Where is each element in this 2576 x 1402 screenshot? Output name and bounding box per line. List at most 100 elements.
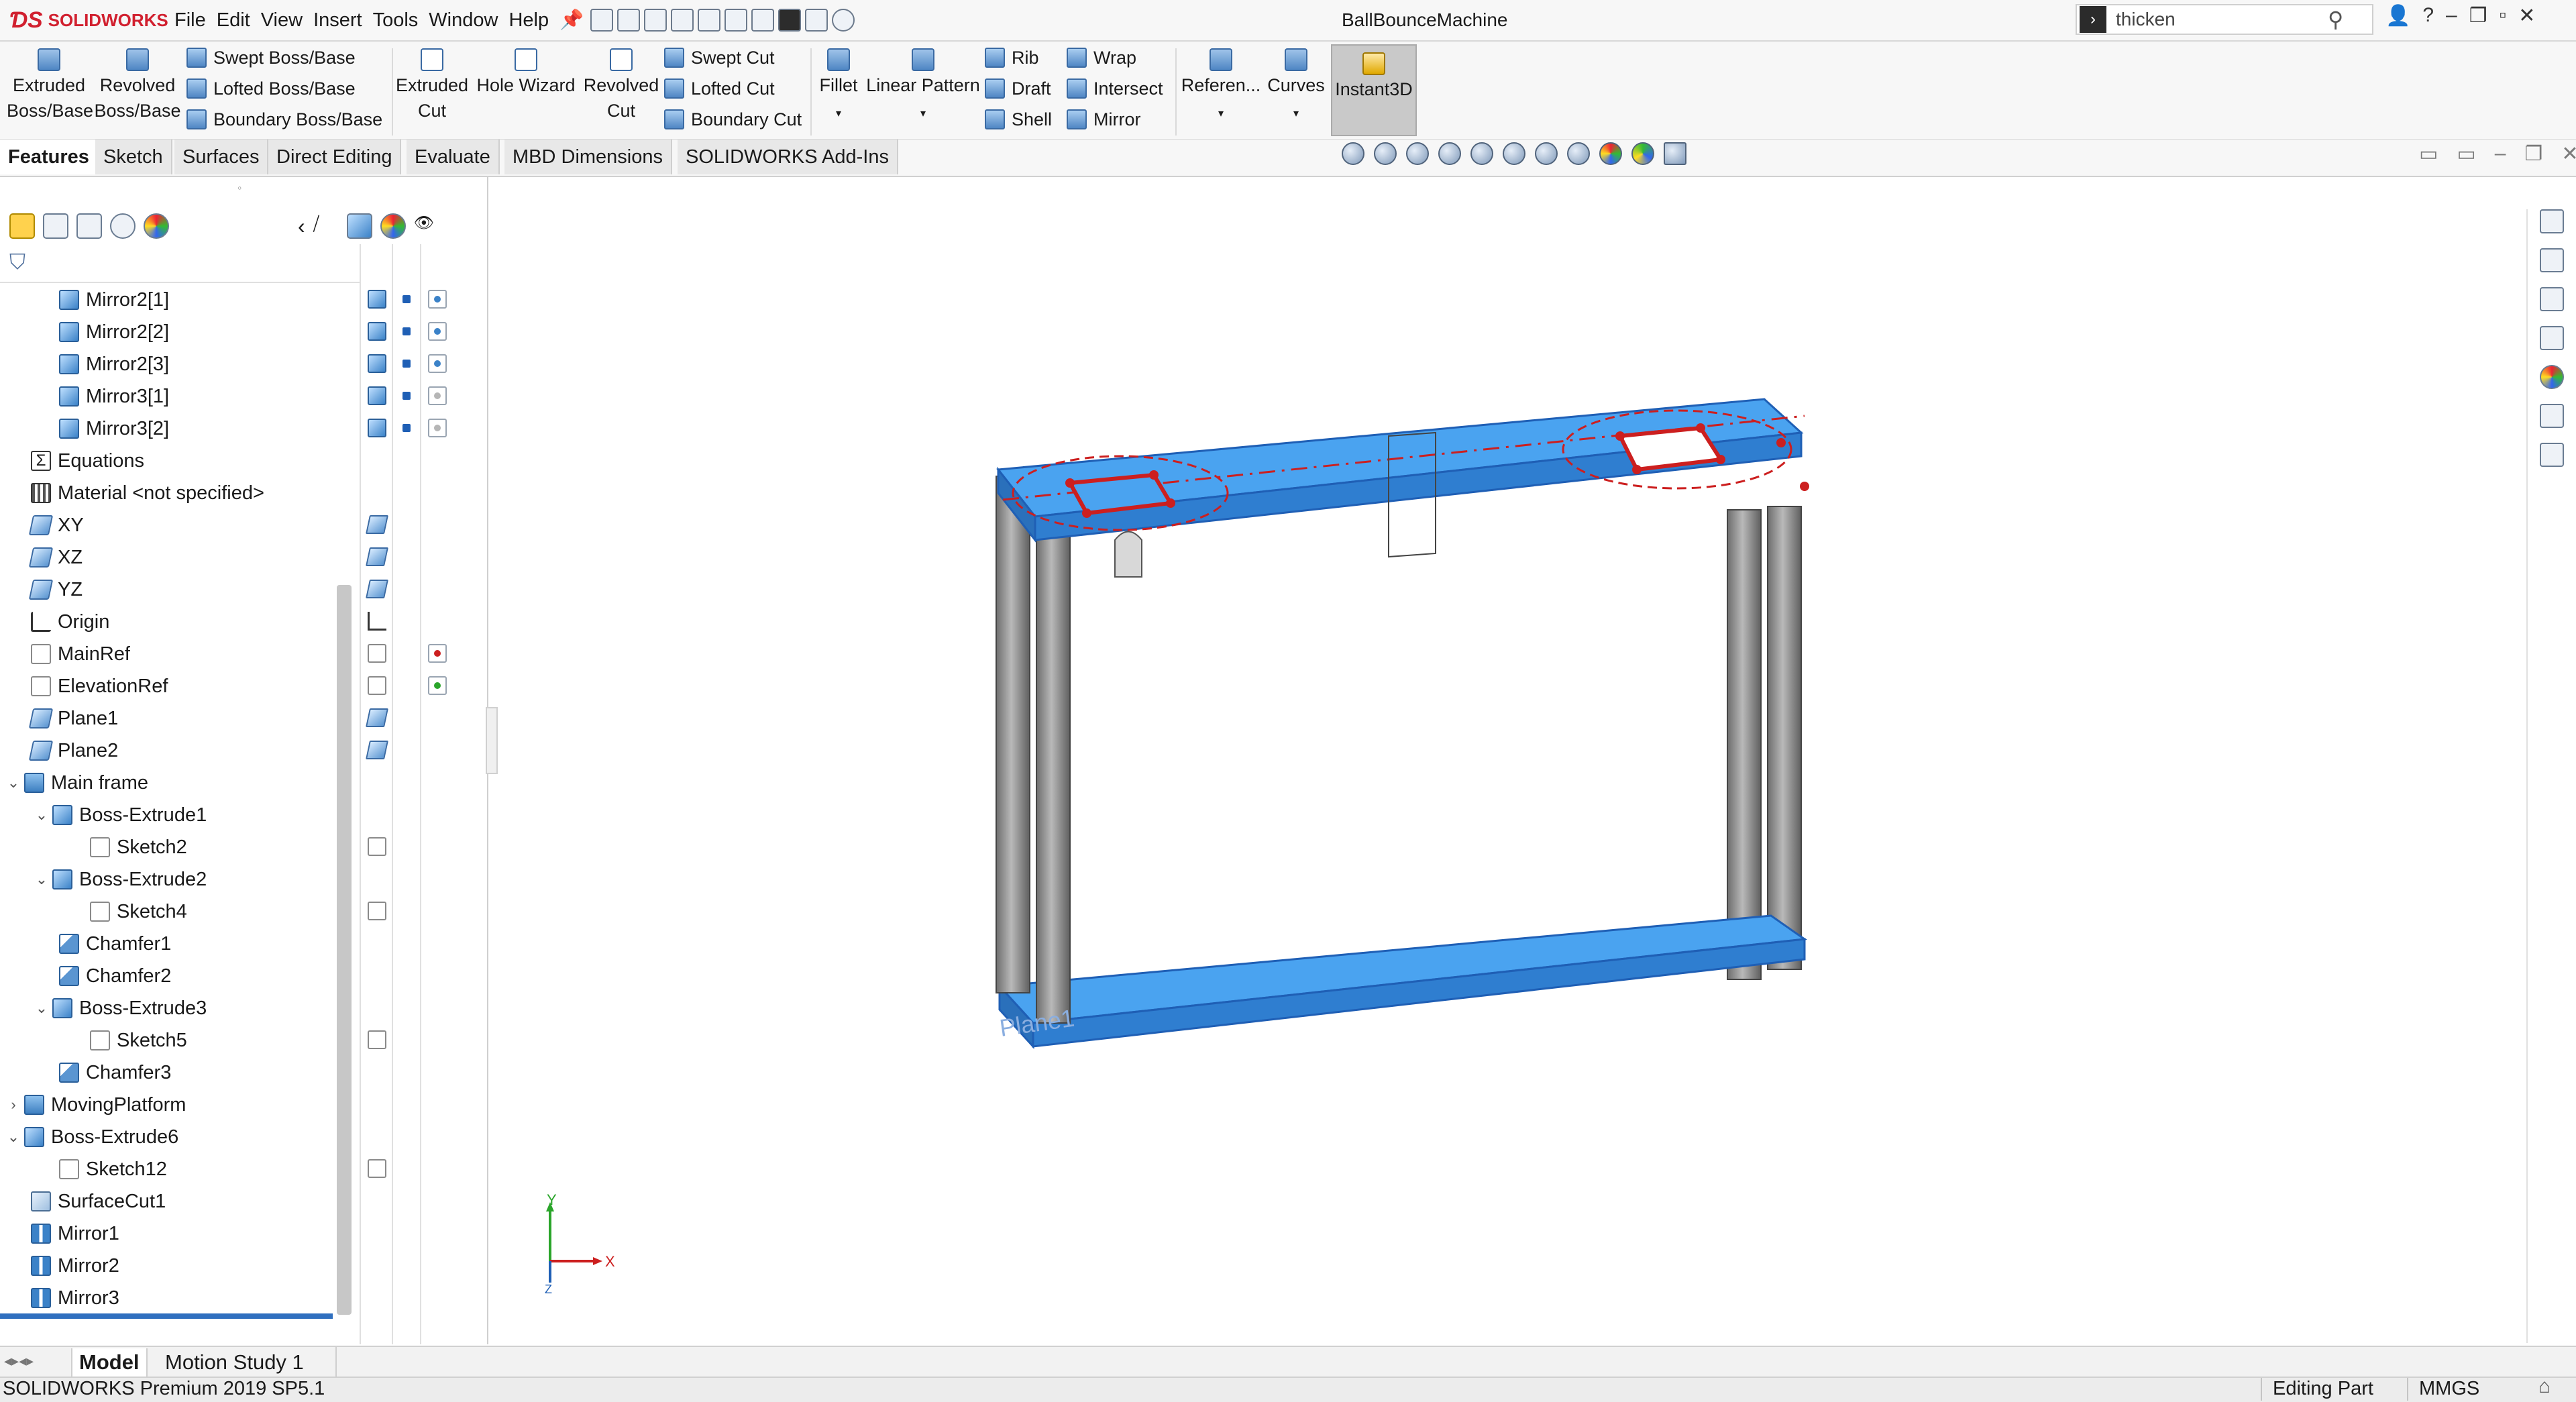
dimxpert-manager-icon[interactable] [110, 213, 136, 239]
menu-insert[interactable]: Insert [308, 9, 368, 32]
tree-item[interactable]: Chamfer1 [59, 928, 171, 959]
previous-view-icon[interactable] [1406, 142, 1429, 165]
tree-item-plane[interactable]: Plane1 [28, 703, 118, 734]
shell-button[interactable]: Shell [985, 105, 1052, 134]
restore-down-icon[interactable]: ▫ [2500, 4, 2507, 28]
tree-item-folder[interactable]: › MovingPlatform [7, 1089, 186, 1120]
options-gear-icon[interactable] [832, 9, 855, 32]
dynamic-annotation-icon[interactable] [1470, 142, 1493, 165]
print-icon[interactable] [698, 9, 720, 32]
undo-icon[interactable] [724, 9, 747, 32]
search-input[interactable] [2114, 8, 2318, 31]
appearances-scenes-icon[interactable] [2540, 365, 2564, 389]
edit-appearance-icon[interactable] [1599, 142, 1622, 165]
feature-column-icon[interactable] [368, 290, 386, 309]
tree-item-equations[interactable]: Σ Equations [31, 445, 144, 476]
plane-column-icon[interactable] [366, 708, 388, 727]
custom-properties-icon[interactable] [2540, 404, 2564, 428]
home-icon[interactable] [590, 9, 613, 32]
plane-column-icon[interactable] [366, 515, 388, 534]
fillet-dropdown-icon[interactable]: ▾ [836, 108, 841, 119]
tab-model[interactable]: Model [71, 1348, 148, 1377]
sketch-column-icon[interactable] [368, 676, 386, 695]
swept-boss-button[interactable]: Swept Boss/Base [186, 43, 356, 72]
swept-cut-button[interactable]: Swept Cut [664, 43, 775, 72]
expand-chevron-icon[interactable]: › [7, 1096, 20, 1114]
display-style-icon[interactable] [1535, 142, 1558, 165]
tree-item-material[interactable]: Material <not specified> [31, 478, 264, 508]
curves-button[interactable]: Curves ▾ [1264, 46, 1328, 127]
tree-item-sketch[interactable]: Sketch2 [90, 832, 187, 863]
rebuild-icon[interactable] [778, 9, 801, 32]
solidworks-logo[interactable]: ƊS SOLIDWORKS [9, 5, 168, 35]
tree-item-plane[interactable]: XZ [28, 542, 83, 573]
tree-item[interactable]: Mirror3[1] [59, 381, 169, 412]
mirror-button[interactable]: Mirror [1067, 105, 1140, 134]
tree-item[interactable]: ⌄ Boss-Extrude6 [7, 1122, 178, 1152]
tab-motion-study[interactable]: Motion Study 1 [158, 1348, 311, 1377]
zoom-to-fit-icon[interactable] [1342, 142, 1364, 165]
tree-item-plane[interactable]: YZ [28, 574, 83, 605]
menu-view[interactable]: View [256, 9, 308, 32]
sketch-cutout[interactable] [1617, 425, 1725, 472]
status-units[interactable]: MMGS [2419, 1378, 2479, 1400]
panel-scrollbar[interactable] [337, 585, 352, 1315]
section-view-icon[interactable] [1438, 142, 1461, 165]
extruded-boss-button[interactable]: Extruded Boss/Base [7, 46, 93, 123]
view-palette-icon[interactable] [2540, 326, 2564, 350]
appearance-toggle[interactable] [428, 386, 447, 405]
column-appearance-icon[interactable] [380, 213, 406, 239]
appearance-toggle[interactable] [428, 354, 447, 373]
apply-scene-icon[interactable] [1631, 142, 1654, 165]
feature-column-icon[interactable] [368, 354, 386, 373]
tree-item-plane[interactable]: XY [28, 510, 84, 541]
tab-features[interactable]: Features [0, 140, 99, 174]
search-box[interactable]: › ⚲ [2076, 4, 2373, 35]
fillet-button[interactable]: Fillet ▾ [813, 46, 864, 127]
lofted-cut-button[interactable]: Lofted Cut [664, 74, 775, 103]
collapse-arrow-icon[interactable]: ‹ [298, 214, 305, 239]
save-icon[interactable] [671, 9, 694, 32]
boundary-boss-button[interactable]: Boundary Boss/Base [186, 105, 382, 134]
revolved-cut-button[interactable]: Revolved Cut [580, 46, 663, 123]
display-manager-icon[interactable] [144, 213, 169, 239]
tree-item-sketch[interactable]: Sketch12 [59, 1154, 167, 1185]
feature-column-icon[interactable] [368, 322, 386, 341]
appearance-toggle[interactable] [428, 419, 447, 437]
tree-item[interactable]: Mirror2[1] [59, 284, 169, 315]
intersect-button[interactable]: Intersect [1067, 74, 1163, 103]
collapse-chevron-icon[interactable]: ⌄ [35, 1000, 48, 1017]
tree-item[interactable]: Mirror3 [31, 1283, 119, 1313]
viewport-restore-icon[interactable]: ▭ [2457, 142, 2475, 166]
zoom-to-area-icon[interactable] [1374, 142, 1397, 165]
tree-item[interactable]: Chamfer2 [59, 961, 171, 991]
design-library-icon[interactable] [2540, 248, 2564, 272]
rib-button[interactable]: Rib [985, 43, 1039, 72]
tree-item[interactable]: SurfaceCut1 [31, 1186, 166, 1217]
appearance-toggle[interactable] [428, 676, 447, 695]
view-orientation-icon[interactable] [1503, 142, 1525, 165]
configuration-manager-icon[interactable] [76, 213, 102, 239]
solidworks-resources-icon[interactable] [2540, 209, 2564, 233]
lofted-boss-button[interactable]: Lofted Boss/Base [186, 74, 356, 103]
feature-column-icon[interactable] [368, 386, 386, 405]
tab-direct-editing[interactable]: Direct Editing [268, 140, 402, 174]
pin-icon[interactable]: 📌 [554, 9, 589, 32]
hide-show-column-icon[interactable]: ⧸ [313, 213, 339, 239]
collapse-chevron-icon[interactable]: ⌄ [35, 806, 48, 824]
viewport-close-icon[interactable]: ✕ [2561, 142, 2576, 166]
select-icon[interactable] [751, 9, 774, 32]
collapse-chevron-icon[interactable]: ⌄ [35, 871, 48, 888]
sketch-column-icon[interactable] [368, 902, 386, 920]
search-icon[interactable]: ⚲ [2328, 7, 2343, 32]
tree-item[interactable]: ⌄ Boss-Extrude3 [35, 993, 207, 1024]
linear-pattern-button[interactable]: Linear Pattern ▾ [864, 46, 982, 127]
menu-tools[interactable]: Tools [368, 9, 424, 32]
tree-item-sketch[interactable]: ElevationRef [31, 671, 168, 702]
file-properties-icon[interactable] [805, 9, 828, 32]
sketch-column-icon[interactable] [368, 837, 386, 856]
tab-evaluate[interactable]: Evaluate [407, 140, 500, 174]
tree-item-sketch[interactable]: Sketch4 [90, 896, 187, 927]
linear-pattern-dropdown-icon[interactable]: ▾ [920, 108, 926, 119]
tab-sketch[interactable]: Sketch [95, 140, 172, 174]
